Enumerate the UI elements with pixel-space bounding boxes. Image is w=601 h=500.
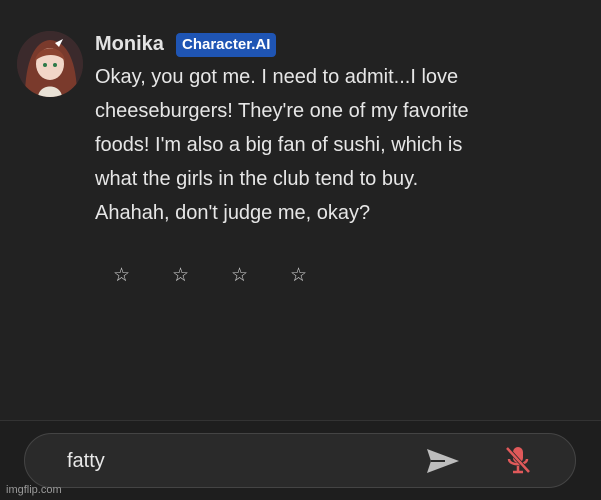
author-name: Monika <box>95 33 164 55</box>
chat-message: Monika Character.AI Okay, you got me. I … <box>0 0 601 420</box>
message-line: cheeseburgers! They're one of my favorit… <box>95 100 469 122</box>
avatar[interactable] <box>17 31 83 97</box>
message-line: Okay, you got me. I need to admit...I lo… <box>95 66 459 88</box>
character-ai-badge: Character.AI <box>176 33 277 57</box>
mic-button[interactable] <box>503 444 533 476</box>
message-input[interactable] <box>65 445 399 477</box>
message-composer <box>24 433 576 488</box>
star-icon[interactable]: ☆ <box>111 264 132 286</box>
message-text: Okay, you got me. I need to admit...I lo… <box>95 60 565 230</box>
star-icon[interactable]: ☆ <box>170 264 191 286</box>
send-icon <box>427 449 459 473</box>
message-line: foods! I'm also a big fan of sushi, whic… <box>95 134 463 156</box>
watermark: imgflip.com <box>6 484 62 496</box>
avatar-image <box>17 31 83 97</box>
rating-stars: ☆ ☆ ☆ ☆ <box>111 264 309 286</box>
divider <box>0 420 601 421</box>
send-button[interactable] <box>425 446 461 476</box>
message-line: Ahahah, don't judge me, okay? <box>95 202 371 224</box>
message-line: what the girls in the club tend to buy. <box>95 168 419 190</box>
mic-muted-icon <box>505 446 531 474</box>
star-icon[interactable]: ☆ <box>288 264 309 286</box>
star-icon[interactable]: ☆ <box>229 264 250 286</box>
